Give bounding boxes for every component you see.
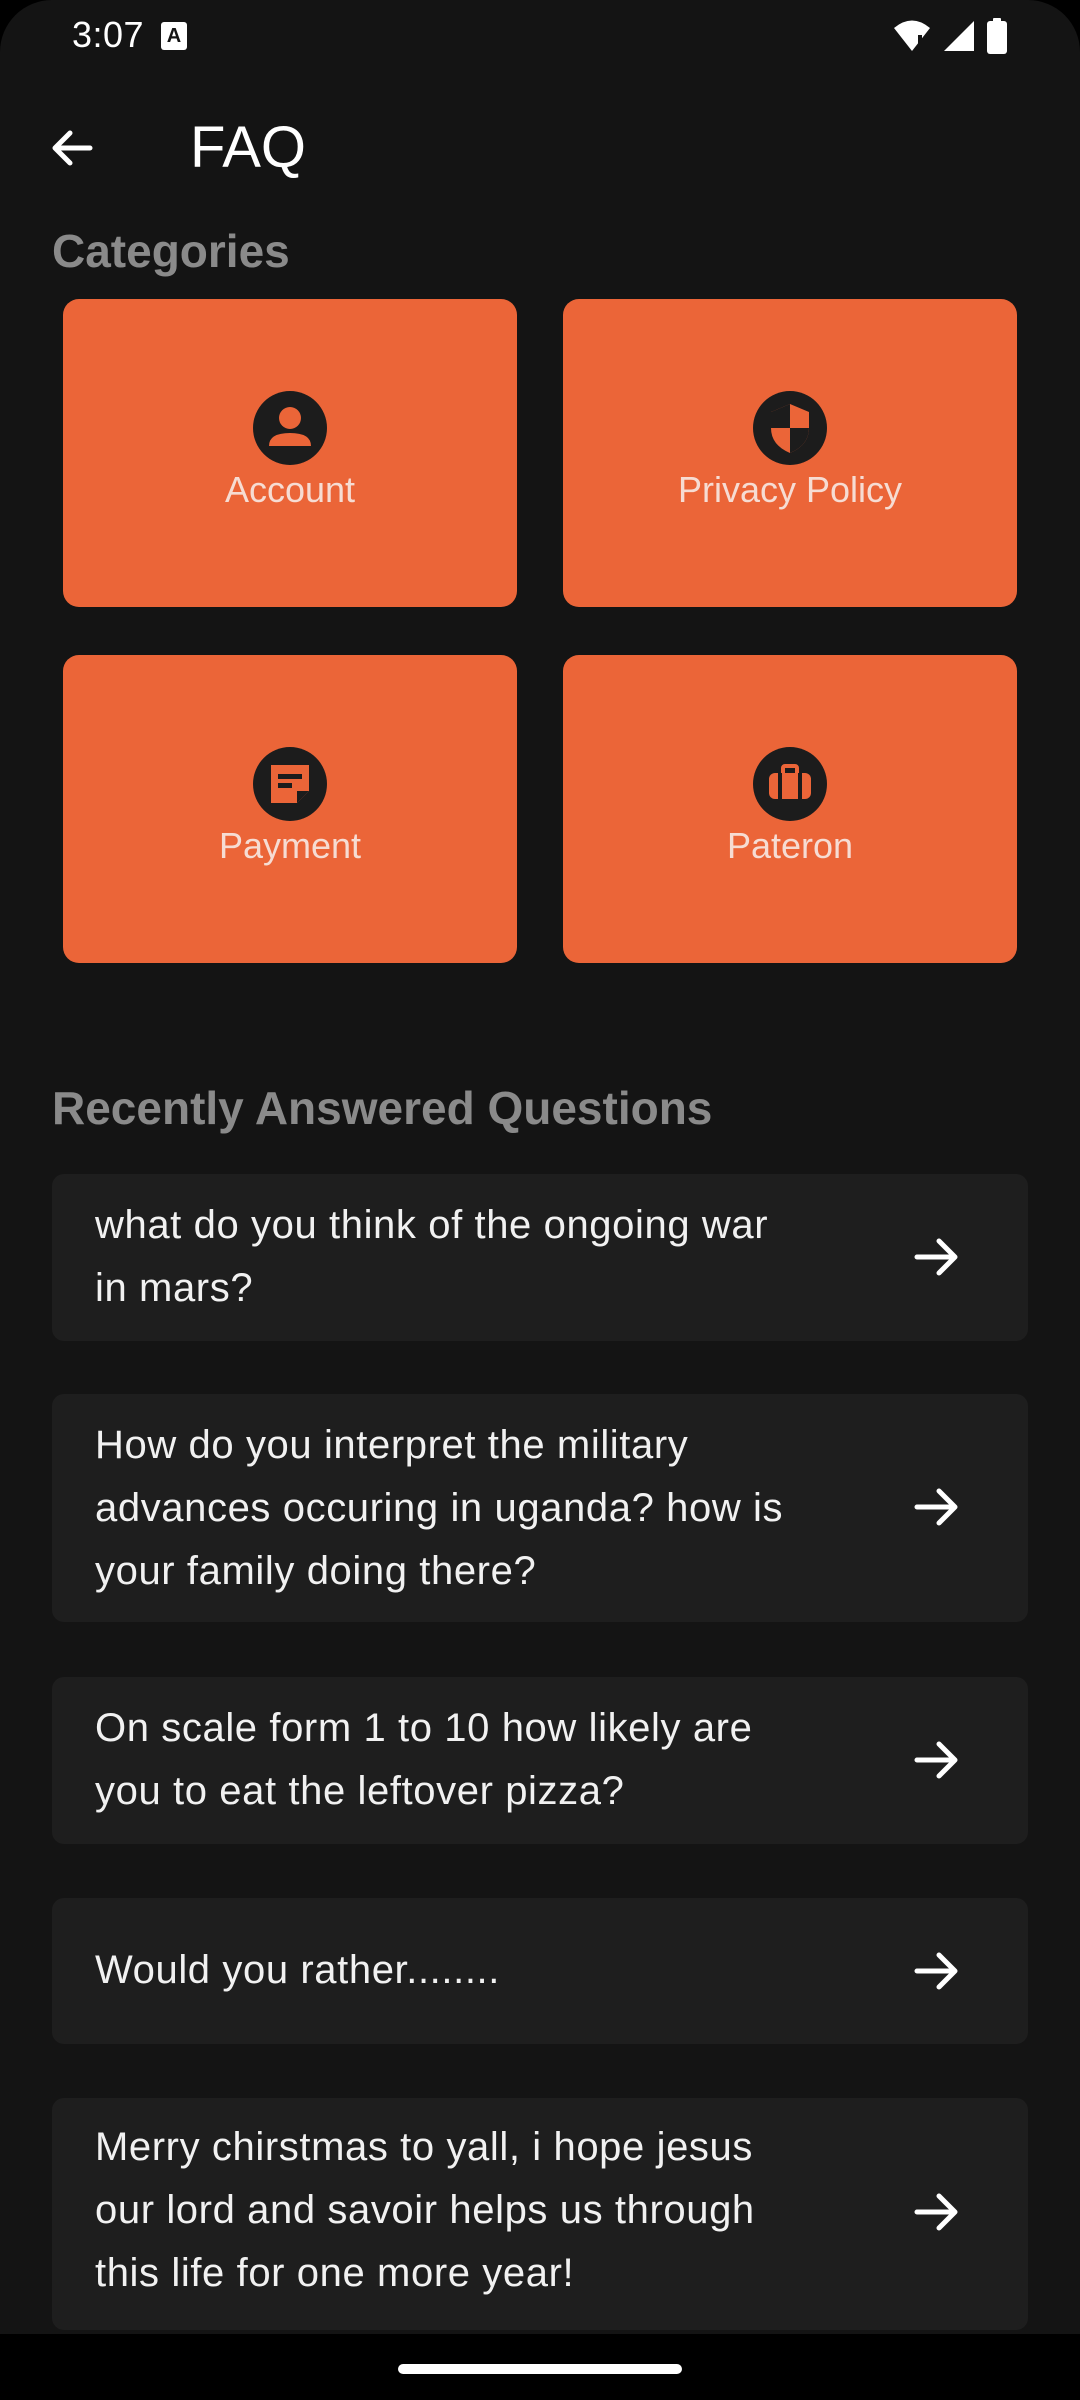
recent-questions-heading: Recently Answered Questions: [52, 1082, 713, 1134]
arrow-right-icon[interactable]: [910, 2185, 964, 2239]
notification-a-icon: A: [161, 22, 187, 50]
status-icons: [892, 16, 1008, 56]
question-line: your family doing there?: [95, 1549, 537, 1593]
question-row[interactable]: How do you interpret the military advanc…: [52, 1394, 1028, 1622]
gesture-nav-handle[interactable]: [398, 2364, 682, 2374]
question-text: what do you think of the ongoing war in …: [95, 1194, 895, 1320]
question-line: what do you think of the ongoing war: [95, 1203, 769, 1247]
arrow-right-icon[interactable]: [910, 1944, 964, 1998]
faq-screen: 3:07 A FAQ Categories Account Privacy Po…: [0, 0, 1080, 2334]
question-text: Would you rather........: [95, 1939, 895, 2002]
arrow-right-icon[interactable]: [910, 1480, 964, 1534]
arrow-right-icon[interactable]: [910, 1230, 964, 1284]
question-row[interactable]: Would you rather........: [52, 1898, 1028, 2044]
category-pateron-card[interactable]: Pateron: [563, 655, 1017, 963]
question-line: in mars?: [95, 1266, 254, 1310]
wifi-icon: [894, 20, 930, 51]
question-line: our lord and savoir helps us through: [95, 2188, 755, 2232]
status-time: 3:07: [72, 14, 145, 55]
back-button[interactable]: [40, 116, 104, 180]
question-line: How do you interpret the military: [95, 1423, 689, 1467]
page-title: FAQ: [190, 115, 307, 180]
question-line: Merry chirstmas to yall, i hope jesus: [95, 2125, 753, 2169]
question-line: this life for one more year!: [95, 2251, 575, 2295]
question-line: you to eat the leftover pizza?: [95, 1769, 625, 1813]
battery-icon: [987, 18, 1007, 54]
question-row[interactable]: what do you think of the ongoing war in …: [52, 1174, 1028, 1341]
question-line: Would you rather........: [95, 1948, 500, 1992]
category-privacy-policy-card[interactable]: Privacy Policy: [563, 299, 1017, 607]
question-text: How do you interpret the military advanc…: [95, 1414, 895, 1603]
shield-icon: [753, 391, 827, 465]
account-circle-icon: [253, 391, 327, 465]
category-account-label: Account: [224, 469, 356, 510]
question-line: advances occuring in uganda? how is: [95, 1486, 784, 1530]
question-text: On scale form 1 to 10 how likely are you…: [95, 1697, 895, 1823]
suitcase-icon: [753, 747, 827, 821]
category-pateron-label: Pateron: [726, 825, 854, 866]
question-line: On scale form 1 to 10 how likely are: [95, 1706, 753, 1750]
sticky-note-icon: [253, 747, 327, 821]
category-payment-label: Payment: [218, 825, 362, 866]
categories-heading: Categories: [52, 225, 290, 277]
question-row[interactable]: On scale form 1 to 10 how likely are you…: [52, 1677, 1028, 1844]
question-text: Merry chirstmas to yall, i hope jesus ou…: [95, 2116, 895, 2305]
status-bar: 3:07 A: [0, 0, 1080, 72]
signal-icon: [944, 21, 974, 51]
arrow-right-icon[interactable]: [910, 1733, 964, 1787]
question-row[interactable]: Merry chirstmas to yall, i hope jesus ou…: [52, 2098, 1028, 2330]
arrow-left-icon: [52, 130, 93, 166]
category-privacy-policy-label: Privacy Policy: [677, 469, 903, 510]
category-account-card[interactable]: Account: [63, 299, 517, 607]
app-bar: FAQ: [0, 100, 1080, 192]
category-payment-card[interactable]: Payment: [63, 655, 517, 963]
